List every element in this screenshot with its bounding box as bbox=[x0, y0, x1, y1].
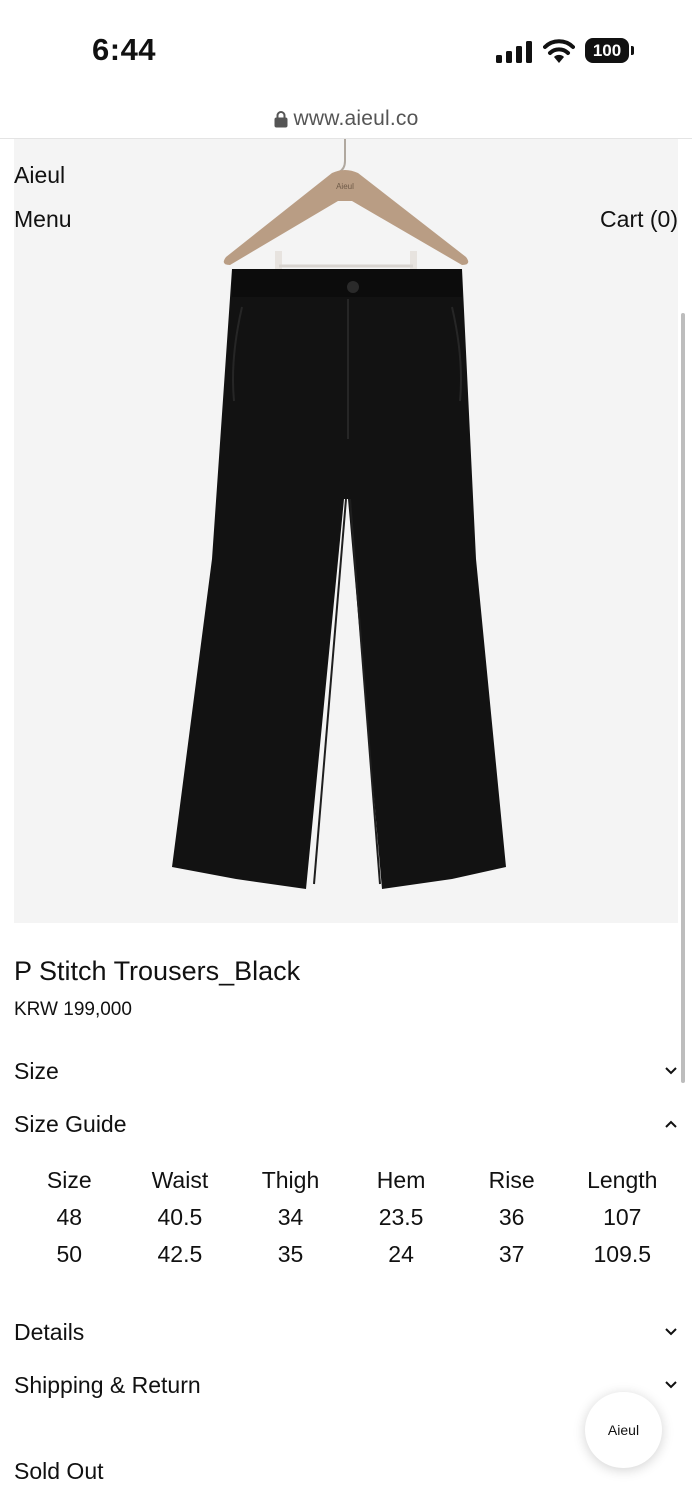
signal-icon bbox=[496, 41, 532, 63]
brand-logo[interactable]: Aieul bbox=[14, 162, 65, 189]
table-cell: 37 bbox=[498, 1241, 525, 1267]
table-header-cell: Hem bbox=[376, 1167, 426, 1193]
size-accordion[interactable]: Size bbox=[14, 1054, 678, 1088]
chat-button-label: Aieul bbox=[607, 1422, 640, 1438]
size-guide-accordion-label: Size Guide bbox=[14, 1110, 127, 1137]
product-image[interactable]: Aieul bbox=[14, 139, 678, 923]
shipping-return-accordion[interactable]: Shipping & Return bbox=[14, 1368, 678, 1402]
chat-button[interactable]: Aieul bbox=[585, 1392, 662, 1468]
sold-out-status: Sold Out bbox=[14, 1458, 104, 1484]
table-header-cell: Rise bbox=[488, 1167, 535, 1193]
size-accordion-label: Size bbox=[14, 1057, 59, 1084]
scrollbar[interactable] bbox=[681, 313, 685, 1083]
trousers-button bbox=[347, 281, 359, 293]
cart-button[interactable]: Cart (0) bbox=[600, 206, 678, 233]
table-header-cell: Length bbox=[587, 1167, 658, 1193]
table-header-cell: Waist bbox=[151, 1167, 209, 1193]
table-cell: 48 bbox=[56, 1204, 83, 1230]
table-row: 48 40.5 34 23.5 36 107 bbox=[14, 1199, 678, 1236]
menu-button[interactable]: Menu bbox=[14, 206, 72, 233]
table-cell: 42.5 bbox=[157, 1241, 203, 1267]
status-bar: 6:44 100 bbox=[0, 0, 692, 100]
product-title: P Stitch Trousers_Black bbox=[14, 956, 301, 986]
details-accordion[interactable]: Details bbox=[14, 1315, 678, 1349]
table-cell: 35 bbox=[277, 1241, 304, 1267]
table-header-cell: Thigh bbox=[261, 1167, 320, 1193]
hanger-hook bbox=[338, 139, 346, 173]
table-header-row: Size Waist Thigh Hem Rise Length bbox=[14, 1162, 678, 1199]
table-cell: 107 bbox=[603, 1204, 642, 1230]
shipping-return-accordion-label: Shipping & Return bbox=[14, 1371, 201, 1398]
url-container[interactable]: www.aieul.co bbox=[274, 107, 419, 131]
table-cell: 34 bbox=[277, 1204, 304, 1230]
size-guide-accordion[interactable]: Size Guide bbox=[14, 1107, 678, 1141]
product-price: KRW 199,000 bbox=[14, 999, 132, 1020]
chevron-down-icon bbox=[665, 1381, 677, 1389]
status-time: 6:44 bbox=[92, 32, 157, 67]
table-row: 50 42.5 35 24 37 109.5 bbox=[14, 1236, 678, 1273]
table-cell: 109.5 bbox=[593, 1241, 652, 1267]
hanger-brand-text: Aieul bbox=[336, 182, 354, 191]
table-cell: 50 bbox=[56, 1241, 83, 1267]
table-header-cell: Size bbox=[46, 1167, 92, 1193]
table-cell: 23.5 bbox=[378, 1204, 424, 1230]
url-text[interactable]: www.aieul.co bbox=[294, 107, 419, 131]
details-accordion-label: Details bbox=[14, 1318, 85, 1345]
trousers-waistband bbox=[232, 269, 462, 297]
url-bar[interactable]: www.aieul.co bbox=[0, 100, 692, 139]
chevron-down-icon bbox=[665, 1067, 677, 1075]
lock-icon bbox=[274, 111, 288, 128]
battery-icon: 100 bbox=[585, 38, 635, 63]
chevron-up-icon bbox=[665, 1120, 677, 1128]
size-guide-table: Size Waist Thigh Hem Rise Length 48 40.5… bbox=[14, 1162, 678, 1273]
table-cell: 40.5 bbox=[157, 1204, 203, 1230]
table-cell: 24 bbox=[388, 1241, 414, 1267]
battery-level: 100 bbox=[585, 38, 629, 63]
wifi-icon bbox=[543, 39, 575, 63]
table-cell: 36 bbox=[498, 1204, 525, 1230]
chevron-down-icon bbox=[665, 1328, 677, 1336]
battery-tip bbox=[631, 46, 634, 55]
trousers-photo: Aieul bbox=[172, 139, 506, 889]
